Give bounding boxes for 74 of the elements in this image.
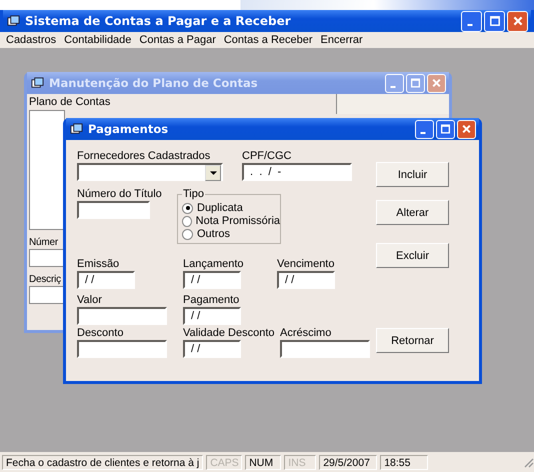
option-label: Duplicata [197, 202, 243, 214]
status-panel: Fecha o cadastro de clientes e retorna à j [2, 454, 204, 470]
radio-option[interactable]: Outros [182, 228, 280, 240]
field-label: CPF/CGC [242, 150, 292, 163]
radio-option[interactable]: Duplicata [182, 202, 280, 214]
minimize-button[interactable] [461, 10, 482, 32]
field-label: Desconto [77, 327, 124, 340]
supplier-dropdown[interactable] [77, 163, 223, 181]
action-button[interactable]: Alterar [376, 200, 449, 225]
status-panel: NUM [245, 454, 282, 470]
window-title: Sistema de Contas a Pagar e a Receber [25, 14, 292, 28]
minimize-icon [467, 24, 473, 26]
close-icon [512, 15, 524, 27]
close-icon [431, 77, 442, 89]
window-title: Pagamentos [88, 122, 170, 136]
close-button[interactable] [457, 120, 476, 138]
menu-item[interactable]: Contas a Pagar [135, 34, 220, 46]
app-window-icon [31, 76, 44, 90]
input-field[interactable] [29, 249, 65, 267]
field-label: Fornecedores Cadastrados [77, 150, 212, 163]
input-field[interactable]: / / [183, 307, 241, 325]
field-label: Validade Desconto [183, 327, 276, 340]
status-panel: 18:55 [380, 454, 428, 470]
app-window-icon [70, 122, 83, 136]
input-field[interactable]: / / [77, 271, 135, 289]
action-button[interactable]: Incluir [376, 162, 449, 187]
input-field[interactable]: / / [183, 340, 241, 358]
field-label: Lançamento [183, 258, 245, 271]
group-label: Tipo [182, 188, 205, 200]
radio-button[interactable] [182, 228, 193, 240]
radio-button[interactable] [182, 216, 192, 226]
menu-item[interactable]: Encerrar [316, 34, 367, 46]
maximize-icon [488, 15, 500, 27]
field-label: Acréscimo [280, 327, 332, 340]
menu-item[interactable]: Contas a Receber [220, 34, 317, 46]
action-button[interactable]: Excluir [376, 243, 449, 268]
minimize-icon [390, 86, 396, 88]
menu-item[interactable]: Contabilidade [60, 34, 136, 46]
input-field[interactable] [280, 340, 370, 358]
field-label: Númer [29, 236, 58, 249]
minimize-icon [420, 132, 426, 134]
field-label: Número do Título [77, 188, 163, 201]
status-panel: CAPS [206, 454, 242, 470]
field-label: Vencimento [277, 258, 335, 271]
field-label: Plano de Contas [29, 96, 110, 109]
option-label: Outros [197, 228, 230, 240]
field-label: Emissão [77, 258, 120, 271]
input-field[interactable]: . . / - [242, 163, 352, 181]
window-title: Manutenção do Plano de Contas [49, 76, 259, 90]
radio-button[interactable] [182, 202, 193, 214]
close-button[interactable] [507, 10, 528, 32]
action-button[interactable]: Retornar [376, 328, 449, 353]
maximize-icon [410, 77, 421, 89]
minimize-button[interactable] [415, 120, 434, 138]
input-field[interactable] [77, 340, 167, 358]
input-field[interactable] [77, 201, 150, 219]
field-label: Valor [77, 294, 103, 307]
input-field[interactable] [29, 286, 65, 304]
field-label: Descriç [29, 273, 61, 286]
close-icon [461, 123, 472, 135]
maximize-button[interactable] [484, 10, 505, 32]
input-field[interactable]: / / [277, 271, 335, 289]
input-field[interactable] [77, 307, 167, 325]
status-panel: 29/5/2007 [319, 454, 378, 470]
maximize-icon [440, 123, 451, 135]
app-window-icon [7, 14, 20, 28]
dropdown-arrow-icon [210, 170, 216, 176]
input-field[interactable]: / / [183, 271, 241, 289]
maximize-button[interactable] [436, 120, 455, 138]
resize-grip-icon [522, 456, 534, 468]
status-panel: INS [284, 454, 316, 470]
menu-item[interactable]: Cadastros [2, 34, 60, 46]
field-label: Pagamento [183, 294, 240, 307]
account-list[interactable] [29, 110, 65, 230]
